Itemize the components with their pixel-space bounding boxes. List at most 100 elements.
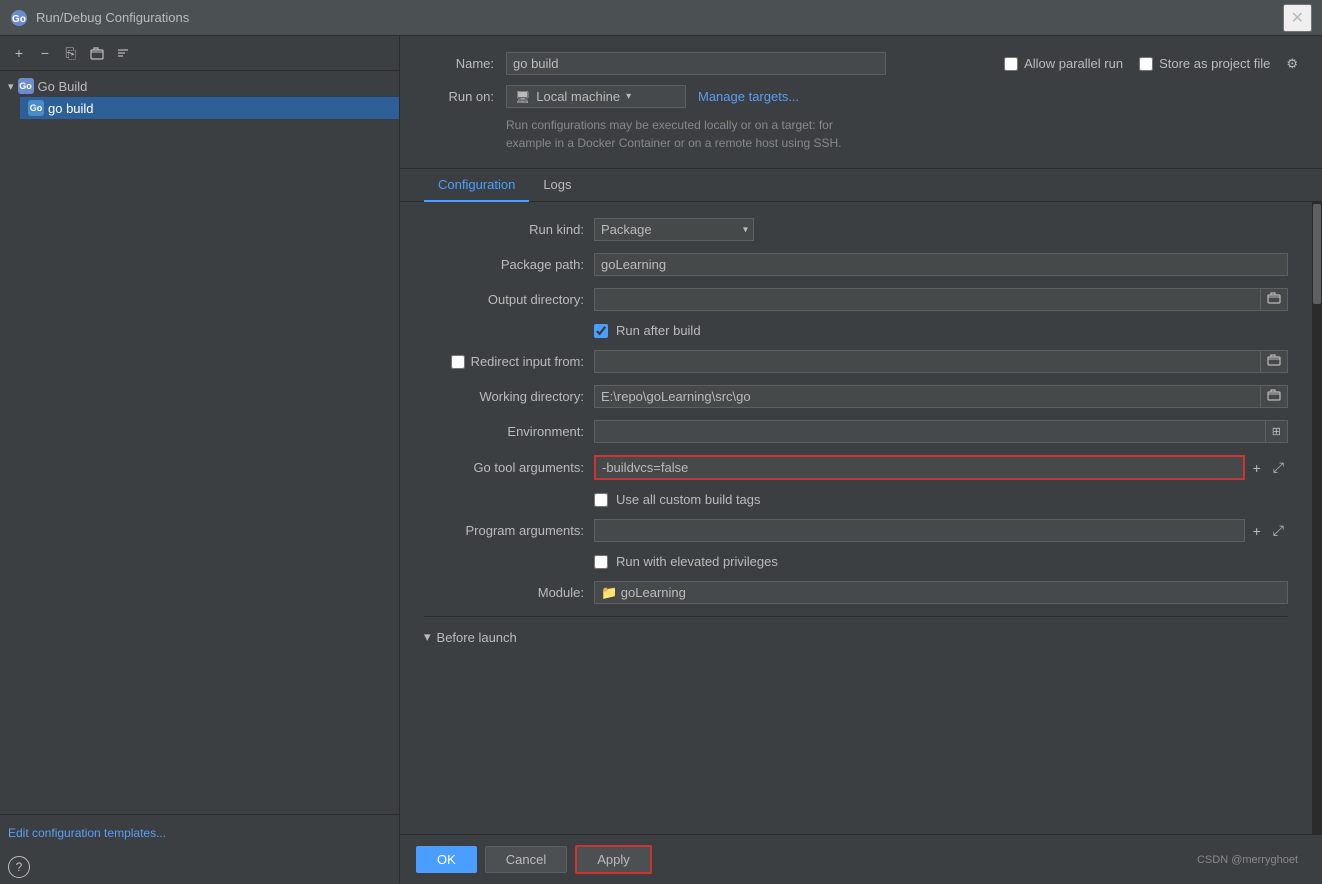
hint-line1: Run configurations may be executed local… [506, 118, 833, 132]
run-elevated-checkbox[interactable] [594, 555, 608, 569]
run-on-hint: Run configurations may be executed local… [506, 116, 1298, 152]
redirect-input-checkbox[interactable] [451, 355, 465, 369]
working-directory-row: Working directory: [424, 385, 1288, 408]
tree-item-go-build[interactable]: Go go build [20, 97, 399, 119]
copy-config-button[interactable]: ⎘ [60, 42, 82, 64]
environment-browse-button[interactable]: ⊞ [1266, 420, 1288, 443]
store-as-project-label: Store as project file [1159, 56, 1270, 71]
manage-targets-link[interactable]: Manage targets... [698, 89, 799, 104]
program-arguments-label: Program arguments: [424, 523, 584, 538]
tree-group-label: Go Build [38, 79, 88, 94]
name-label: Name: [424, 56, 494, 71]
open-config-button[interactable] [86, 42, 108, 64]
tab-configuration[interactable]: Configuration [424, 169, 529, 202]
output-directory-input[interactable] [594, 288, 1261, 311]
redirect-input-row: Redirect input from: [424, 350, 1288, 373]
remove-config-button[interactable]: − [34, 42, 56, 64]
run-after-build-checkbox[interactable] [594, 324, 608, 338]
tree-group-go-build[interactable]: ▾ Go Go Build [0, 75, 399, 97]
right-scrollbar[interactable] [1312, 202, 1322, 834]
environment-row: Environment: ⊞ [424, 420, 1288, 443]
output-directory-browse-button[interactable] [1261, 288, 1288, 311]
add-config-button[interactable]: + [8, 42, 30, 64]
parallel-store-row: Allow parallel run Store as project file… [1004, 56, 1298, 72]
run-kind-label: Run kind: [424, 222, 584, 237]
module-select-wrap: 📁 goLearning [594, 581, 1288, 604]
working-directory-input[interactable] [594, 385, 1261, 408]
package-path-label: Package path: [424, 257, 584, 272]
program-arguments-add-button[interactable]: + [1249, 521, 1265, 541]
allow-parallel-row: Allow parallel run [1004, 56, 1123, 71]
program-arguments-expand-button[interactable]: ⤢ [1269, 520, 1288, 541]
name-and-input: Name: go build [424, 52, 886, 75]
go-tool-args-expand-button[interactable]: ⤢ [1269, 457, 1288, 478]
help-button[interactable]: ? [8, 856, 30, 878]
before-launch-label: Before launch [437, 630, 517, 645]
tree-group-arrow: ▾ [8, 80, 14, 93]
store-as-project-row: Store as project file [1139, 56, 1270, 71]
form-content: Run kind: Package File Directory ▾ P [400, 202, 1312, 834]
run-elevated-row: Run with elevated privileges [594, 554, 1288, 569]
tree-item-label: go build [48, 101, 94, 116]
program-arguments-input[interactable] [594, 519, 1245, 542]
dropdown-arrow-icon: ▾ [626, 91, 631, 102]
go-item-icon: Go [28, 100, 44, 116]
package-path-input[interactable] [594, 253, 1288, 276]
before-launch-section: ▾ Before launch [424, 616, 1288, 649]
custom-build-tags-checkbox[interactable] [594, 493, 608, 507]
name-top-row: Name: go build Allow parallel run Store … [424, 52, 1298, 75]
dialog-content: + − ⎘ [0, 36, 1322, 884]
go-tool-args-add-button[interactable]: + [1249, 458, 1265, 478]
package-path-row: Package path: [424, 253, 1288, 276]
left-footer: ? [0, 850, 399, 884]
allow-parallel-checkbox[interactable] [1004, 57, 1018, 71]
left-panel: + − ⎘ [0, 36, 400, 884]
edit-templates-link[interactable]: Edit configuration templates... [8, 826, 166, 840]
run-after-build-label: Run after build [616, 323, 701, 338]
store-as-project-checkbox[interactable] [1139, 57, 1153, 71]
local-machine-icon: 🖥 [515, 90, 530, 104]
apply-button[interactable]: Apply [575, 845, 652, 874]
module-select[interactable]: 📁 goLearning [594, 581, 1288, 604]
working-directory-browse-button[interactable] [1261, 385, 1288, 408]
close-button[interactable]: ✕ [1283, 4, 1312, 32]
go-tool-args-field: + ⤢ [594, 455, 1288, 480]
title-bar: Go Run/Debug Configurations ✕ [0, 0, 1322, 36]
output-directory-field [594, 288, 1288, 311]
hint-line2: example in a Docker Container or on a re… [506, 136, 842, 150]
right-header: Name: go build Allow parallel run Store … [400, 36, 1322, 169]
run-on-row: Run on: 🖥 Local machine ▾ Manage targets… [424, 85, 1298, 108]
program-arguments-row: Program arguments: + ⤢ [424, 519, 1288, 542]
redirect-input-browse-button[interactable] [1261, 350, 1288, 373]
environment-input[interactable] [594, 420, 1266, 443]
before-launch-header[interactable]: ▾ Before launch [424, 625, 1288, 649]
run-after-build-row: Run after build [594, 323, 1288, 338]
local-machine-label: Local machine [536, 89, 620, 104]
redirect-input-label: Redirect input from: [424, 354, 584, 369]
custom-build-tags-label: Use all custom build tags [616, 492, 761, 507]
right-panel: Name: go build Allow parallel run Store … [400, 36, 1322, 884]
ok-button[interactable]: OK [416, 846, 477, 873]
run-kind-select-wrap: Package File Directory ▾ [594, 218, 754, 241]
tab-logs[interactable]: Logs [529, 169, 585, 202]
go-tool-args-input[interactable] [594, 455, 1245, 480]
config-tree: ▾ Go Go Build Go go build [0, 71, 399, 814]
cancel-button[interactable]: Cancel [485, 846, 567, 873]
watermark: CSDN @merryghoet [1197, 854, 1298, 866]
run-debug-dialog: Go Run/Debug Configurations ✕ + − ⎘ [0, 0, 1322, 884]
redirect-input-field [594, 350, 1288, 373]
run-kind-select[interactable]: Package File Directory [594, 218, 754, 241]
before-launch-arrow-icon: ▾ [424, 629, 431, 645]
left-bottom: Edit configuration templates... [0, 814, 399, 850]
run-on-dropdown[interactable]: 🖥 Local machine ▾ [506, 85, 686, 108]
module-row: Module: 📁 goLearning [424, 581, 1288, 604]
sort-config-button[interactable] [112, 42, 134, 64]
redirect-input-input[interactable] [594, 350, 1261, 373]
gear-icon[interactable]: ⚙ [1286, 56, 1298, 72]
working-directory-field [594, 385, 1288, 408]
dialog-title: Run/Debug Configurations [36, 10, 1275, 25]
name-input[interactable]: go build [506, 52, 886, 75]
environment-field: ⊞ [594, 420, 1288, 443]
working-directory-label: Working directory: [424, 389, 584, 404]
module-label: Module: [424, 585, 584, 600]
